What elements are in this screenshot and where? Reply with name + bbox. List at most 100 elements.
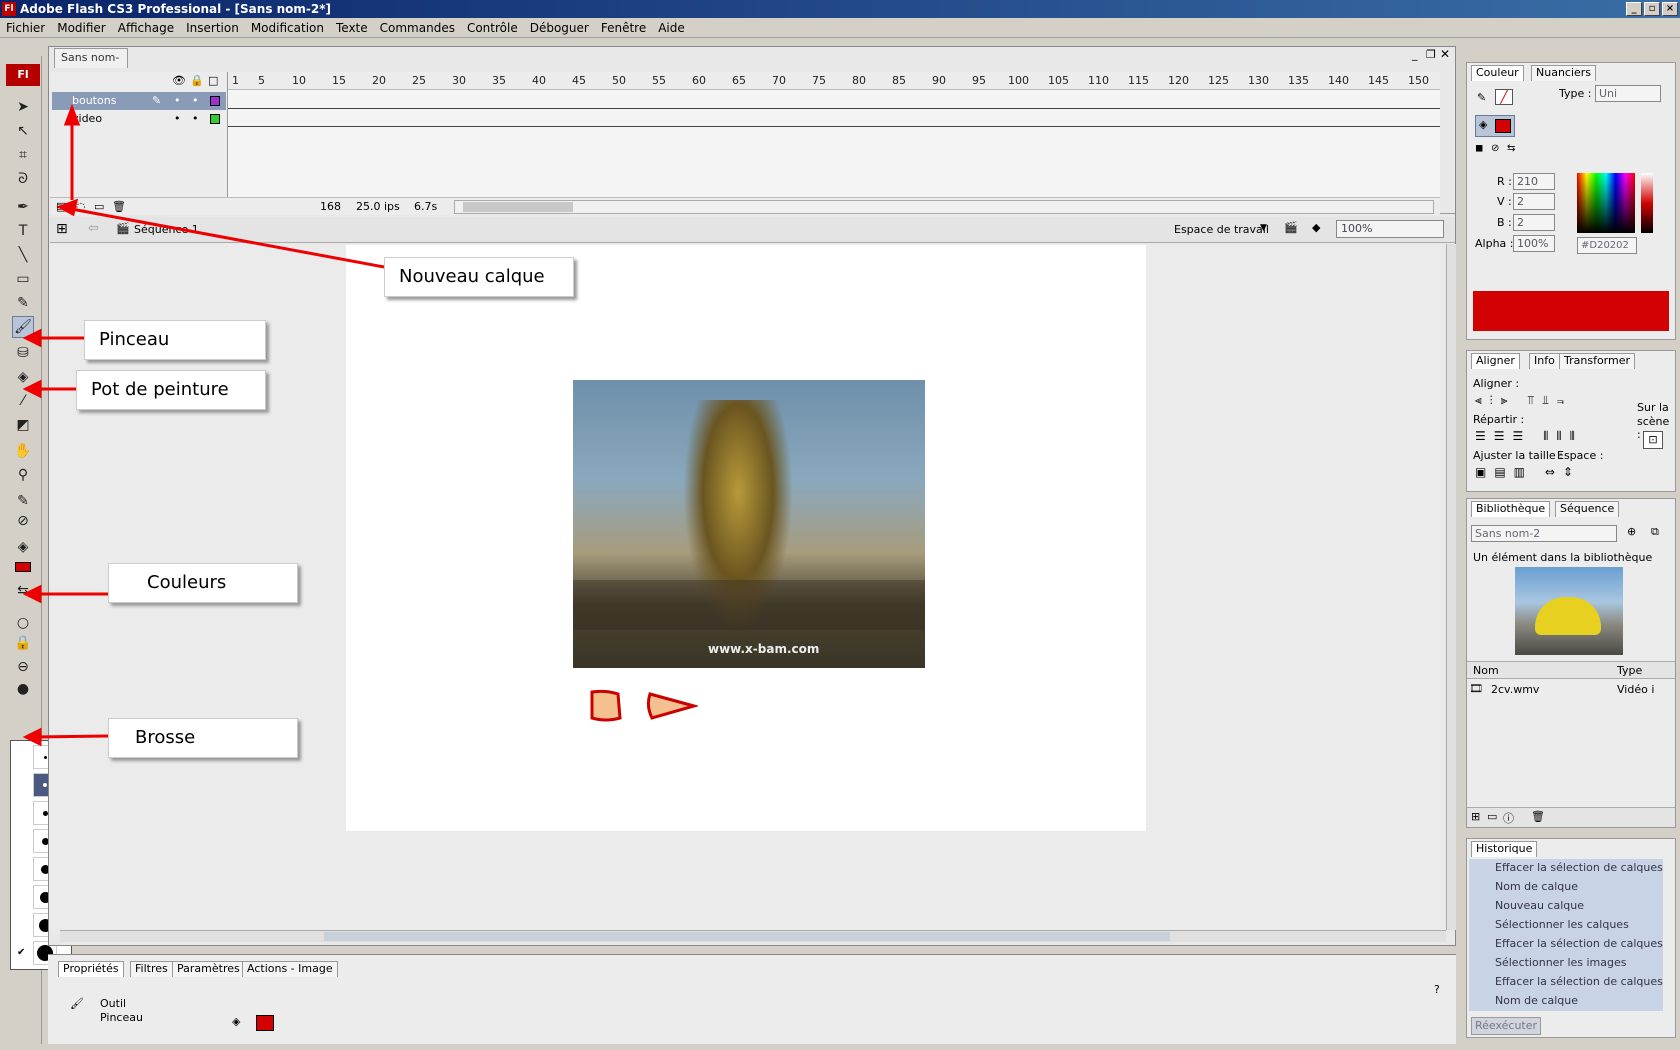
tab-info[interactable]: Info — [1529, 353, 1560, 369]
col-name[interactable]: Nom — [1473, 664, 1499, 677]
alpha-field[interactable]: 100% — [1513, 235, 1555, 252]
timeline-scrollbar[interactable] — [454, 200, 1434, 214]
tab-proprietes[interactable]: Propriétés — [58, 961, 124, 977]
doc-minimize-icon[interactable]: _ — [1412, 48, 1418, 61]
stroke-pencil-icon[interactable]: ✎ — [1477, 91, 1486, 104]
layer-color-swatch[interactable] — [210, 96, 220, 106]
blue-field[interactable]: 2 — [1513, 214, 1555, 231]
tab-bibliotheque[interactable]: Bibliothèque — [1471, 501, 1551, 517]
history-list[interactable]: Effacer la sélection de calques Nom de c… — [1469, 859, 1663, 1011]
to-stage-toggle[interactable]: ⊡ — [1643, 431, 1663, 449]
library-item[interactable]: 🎞 2cv.wmv Vidéo i — [1467, 681, 1663, 699]
tab-filtres[interactable]: Filtres — [130, 961, 173, 977]
stroke-none-swatch[interactable]: ╱ — [1495, 89, 1513, 105]
tab-actions[interactable]: Actions - Image — [242, 961, 338, 977]
paint-bucket-tool-icon[interactable]: ◈ — [12, 366, 34, 388]
outline-icon[interactable]: □ — [208, 74, 218, 87]
layer-row[interactable]: boutons ✎ • • — [52, 92, 226, 110]
menu-affichage[interactable]: Affichage — [112, 21, 180, 35]
text-tool-icon[interactable]: T — [12, 220, 34, 242]
match-size-buttons[interactable]: ▣▤▥ ⇔⇕ — [1475, 465, 1581, 479]
scrollbar-thumb[interactable] — [324, 932, 1170, 941]
menu-fichier[interactable]: Fichier — [0, 21, 51, 35]
back-arrow-icon[interactable]: ⇦ — [88, 221, 99, 236]
align-buttons[interactable]: ⫷⫶⫸ ⫪⫫⫬ — [1475, 393, 1572, 408]
new-library-icon[interactable]: ⧉ — [1651, 525, 1659, 539]
menu-aide[interactable]: Aide — [652, 21, 691, 35]
eraser-tool-icon[interactable]: ◩ — [12, 414, 34, 436]
help-icon[interactable]: ? — [1434, 983, 1440, 996]
ink-bottle-tool-icon[interactable]: ⛁ — [12, 342, 34, 364]
selection-tool-icon[interactable]: ➤ — [12, 96, 34, 118]
col-type[interactable]: Type — [1617, 664, 1642, 677]
eyedropper-tool-icon[interactable]: ⁄ — [12, 390, 34, 412]
minimize-button[interactable]: _ — [1626, 2, 1642, 16]
new-symbol-icon[interactable]: ⊞ — [1471, 810, 1480, 823]
menu-deboguer[interactable]: Déboguer — [524, 21, 595, 35]
color-spectrum[interactable] — [1577, 173, 1635, 233]
stroke-none-swatch[interactable]: ⊘ — [12, 510, 34, 532]
eye-icon[interactable]: 👁 — [172, 74, 186, 87]
menu-commandes[interactable]: Commandes — [374, 21, 461, 35]
layer-color-swatch[interactable] — [210, 114, 220, 124]
tab-aligner[interactable]: Aligner — [1471, 353, 1520, 369]
fill-color-swatch[interactable] — [1495, 119, 1511, 133]
lasso-tool-icon[interactable]: ᘐ — [12, 168, 34, 190]
swap-colors-icon[interactable]: ⇆ — [1507, 143, 1515, 154]
new-folder-icon[interactable]: ▭ — [1487, 810, 1497, 823]
brush-size-icon[interactable]: ● — [12, 678, 34, 700]
timeline-toggle-icon[interactable]: ⊞ — [56, 221, 68, 237]
menu-texte[interactable]: Texte — [330, 21, 374, 35]
stage-vscrollbar[interactable] — [1446, 244, 1456, 930]
object-drawing-icon[interactable]: ○ — [12, 612, 34, 634]
menu-modifier[interactable]: Modifier — [51, 21, 112, 35]
history-item[interactable]: Nouveau calque — [1495, 899, 1584, 912]
history-item[interactable]: Sélectionner les images — [1495, 956, 1627, 969]
tab-historique[interactable]: Historique — [1471, 841, 1538, 857]
pin-library-icon[interactable]: ⊕ — [1627, 525, 1636, 538]
history-item[interactable]: Sélectionner les calques — [1495, 918, 1629, 931]
close-button[interactable]: × — [1662, 2, 1678, 16]
lock-icon[interactable]: 🔒 — [190, 74, 204, 87]
pencil-tool-icon[interactable]: ✎ — [12, 292, 34, 314]
edit-symbol-icon[interactable]: ◆ — [1312, 221, 1320, 234]
hand-tool-icon[interactable]: ✋ — [12, 440, 34, 462]
new-folder-icon[interactable]: ▭ — [94, 200, 104, 213]
doc-close-icon[interactable]: ✕ — [1440, 47, 1450, 61]
brush-mode-icon[interactable]: ⊖ — [12, 656, 34, 678]
rectangle-tool-icon[interactable]: ▭ — [12, 268, 34, 290]
menu-insertion[interactable]: Insertion — [180, 21, 245, 35]
zoom-tool-icon[interactable]: ⚲ — [12, 464, 34, 486]
scrollbar-thumb[interactable] — [463, 202, 573, 212]
fill-color-swatch[interactable] — [12, 556, 34, 578]
history-item[interactable]: Effacer la sélection de calques — [1495, 975, 1663, 988]
properties-icon[interactable]: ⓘ — [1503, 810, 1514, 826]
frames-area[interactable] — [228, 72, 1440, 212]
red-field[interactable]: 210 — [1513, 173, 1555, 190]
menu-modification[interactable]: Modification — [245, 21, 330, 35]
tab-couleur[interactable]: Couleur — [1471, 65, 1524, 81]
doc-restore-icon[interactable]: ❐ — [1426, 48, 1436, 61]
menu-controle[interactable]: Contrôle — [461, 21, 524, 35]
menu-fenetre[interactable]: Fenêtre — [595, 21, 652, 35]
history-item[interactable]: Effacer la sélection de calques — [1495, 937, 1663, 950]
history-item[interactable]: Effacer la sélection de calques — [1495, 861, 1663, 874]
edit-scene-icon[interactable]: 🎬 — [1284, 221, 1298, 234]
line-tool-icon[interactable]: ╲ — [12, 244, 34, 266]
stage-hscrollbar[interactable] — [60, 930, 1446, 942]
hex-field[interactable]: #D20202 — [1577, 237, 1637, 254]
history-item[interactable]: Nom de calque — [1495, 880, 1578, 893]
tab-transformer[interactable]: Transformer — [1559, 353, 1636, 369]
fill-type-select[interactable]: Uni — [1595, 85, 1661, 102]
black-white-icon[interactable]: ◼ — [1475, 143, 1483, 154]
delete-layer-icon[interactable]: 🗑 — [112, 200, 126, 213]
lock-fill-icon[interactable]: 🔒 — [12, 632, 34, 654]
fill-color-swatch[interactable] — [256, 1015, 274, 1031]
new-layer-icon[interactable]: ▤ — [56, 200, 66, 213]
tab-sequence[interactable]: Séquence — [1555, 501, 1620, 517]
history-item[interactable]: Nom de calque — [1495, 994, 1578, 1007]
green-field[interactable]: 2 — [1513, 193, 1555, 210]
replay-button[interactable]: Réexécuter — [1471, 1017, 1541, 1035]
subselection-tool-icon[interactable]: ↖ — [12, 120, 34, 142]
tab-nuanciers[interactable]: Nuanciers — [1531, 65, 1597, 81]
